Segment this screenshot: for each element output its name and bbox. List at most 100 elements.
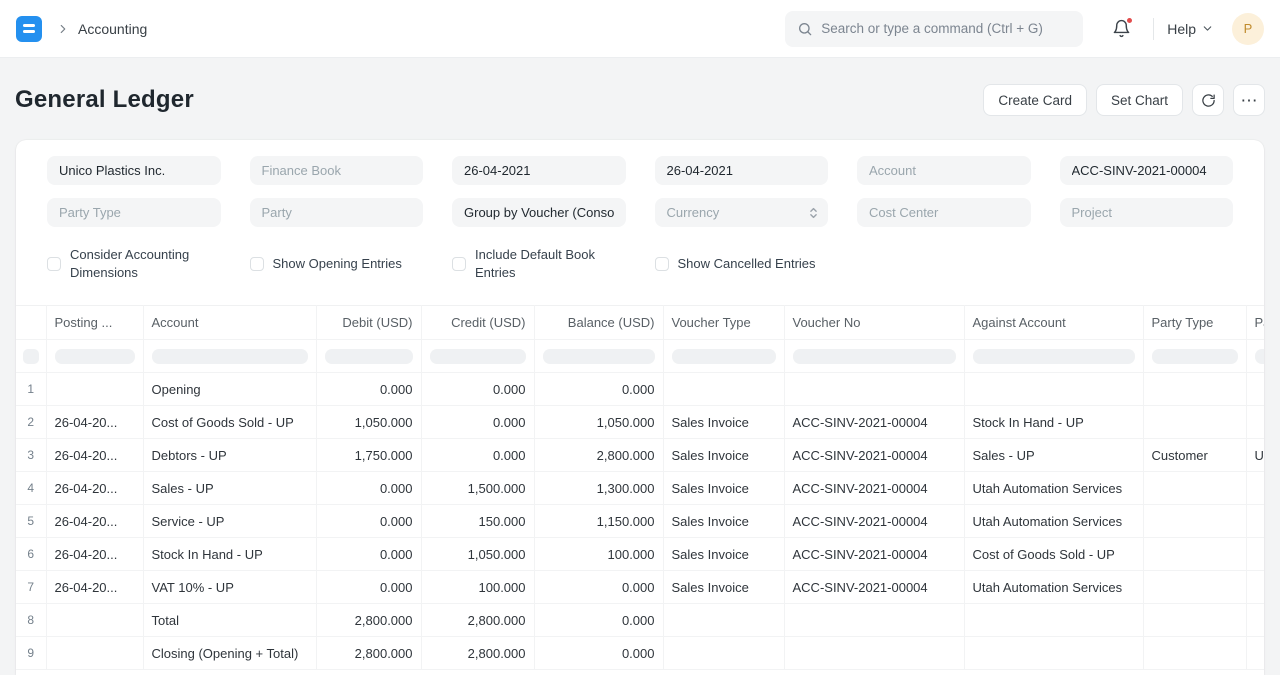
table-cell-party[interactable] (1246, 472, 1264, 505)
column-filter-voucher_type[interactable] (672, 349, 776, 364)
table-cell-balance[interactable]: 0.000 (534, 571, 663, 604)
table-cell-voucher_no[interactable]: ACC-SINV-2021-00004 (784, 472, 964, 505)
refresh-button[interactable] (1192, 84, 1224, 116)
column-header-debit[interactable]: Debit (USD) (316, 306, 421, 340)
table-cell-voucher_type[interactable] (663, 637, 784, 670)
party-type-filter[interactable] (47, 198, 221, 227)
table-cell-debit[interactable]: 2,800.000 (316, 604, 421, 637)
table-cell-account[interactable]: Sales - UP (143, 472, 316, 505)
group-by-filter[interactable] (452, 198, 626, 227)
table-cell-account[interactable]: Service - UP (143, 505, 316, 538)
from-date-filter[interactable] (452, 156, 626, 185)
table-cell-debit[interactable]: 0.000 (316, 571, 421, 604)
table-cell-debit[interactable]: 0.000 (316, 472, 421, 505)
column-filter-balance[interactable] (543, 349, 655, 364)
table-cell-credit[interactable]: 2,800.000 (421, 604, 534, 637)
include-default-book-entries-checkbox[interactable] (452, 257, 466, 271)
table-cell-posting_date[interactable] (46, 604, 143, 637)
more-menu-button[interactable]: ⋯ (1233, 84, 1265, 116)
table-cell-voucher_type[interactable]: Sales Invoice (663, 538, 784, 571)
table-cell-voucher_type[interactable]: Sales Invoice (663, 406, 784, 439)
table-cell-account[interactable]: Stock In Hand - UP (143, 538, 316, 571)
table-cell-posting_date[interactable]: 26-04-20... (46, 571, 143, 604)
finance-book-filter[interactable] (250, 156, 424, 185)
table-cell-party_type[interactable] (1143, 373, 1246, 406)
table-cell-balance[interactable]: 1,300.000 (534, 472, 663, 505)
voucher-no-filter[interactable] (1060, 156, 1234, 185)
table-cell-posting_date[interactable]: 26-04-20... (46, 439, 143, 472)
table-cell-party[interactable] (1246, 604, 1264, 637)
cost-center-filter[interactable] (857, 198, 1031, 227)
table-cell-party_type[interactable] (1143, 538, 1246, 571)
to-date-filter[interactable] (655, 156, 829, 185)
column-filter-party[interactable] (1255, 349, 1265, 364)
table-cell-balance[interactable]: 0.000 (534, 604, 663, 637)
table-cell-debit[interactable]: 1,050.000 (316, 406, 421, 439)
table-cell-posting_date[interactable]: 26-04-20... (46, 505, 143, 538)
column-filter-credit[interactable] (430, 349, 526, 364)
table-cell-voucher_type[interactable] (663, 373, 784, 406)
column-header-posting_date[interactable]: Posting ... (46, 306, 143, 340)
table-cell-balance[interactable]: 0.000 (534, 373, 663, 406)
table-cell-against_account[interactable] (964, 637, 1143, 670)
table-cell-against_account[interactable]: Utah Automation Services (964, 505, 1143, 538)
table-cell-party[interactable] (1246, 373, 1264, 406)
column-header-credit[interactable]: Credit (USD) (421, 306, 534, 340)
table-cell-against_account[interactable] (964, 373, 1143, 406)
table-cell-party_type[interactable] (1143, 604, 1246, 637)
column-header-party_type[interactable]: Party Type (1143, 306, 1246, 340)
table-cell-party[interactable] (1246, 571, 1264, 604)
table-cell-voucher_type[interactable]: Sales Invoice (663, 571, 784, 604)
table-cell-party_type[interactable] (1143, 505, 1246, 538)
table-cell-voucher_no[interactable]: ACC-SINV-2021-00004 (784, 571, 964, 604)
user-avatar[interactable]: P (1232, 13, 1264, 45)
table-cell-against_account[interactable]: Sales - UP (964, 439, 1143, 472)
table-cell-debit[interactable]: 1,750.000 (316, 439, 421, 472)
column-header-voucher_type[interactable]: Voucher Type (663, 306, 784, 340)
table-cell-voucher_no[interactable]: ACC-SINV-2021-00004 (784, 406, 964, 439)
table-cell-party[interactable] (1246, 406, 1264, 439)
table-cell-party[interactable] (1246, 538, 1264, 571)
set-chart-button[interactable]: Set Chart (1096, 84, 1183, 116)
table-cell-credit[interactable]: 0.000 (421, 373, 534, 406)
table-cell-posting_date[interactable]: 26-04-20... (46, 406, 143, 439)
table-cell-party_type[interactable]: Customer (1143, 439, 1246, 472)
column-header-voucher_no[interactable]: Voucher No (784, 306, 964, 340)
table-cell-debit[interactable]: 2,800.000 (316, 637, 421, 670)
create-card-button[interactable]: Create Card (983, 84, 1087, 116)
column-filter-against_account[interactable] (973, 349, 1135, 364)
table-cell-posting_date[interactable]: 26-04-20... (46, 472, 143, 505)
column-filter-voucher_no[interactable] (793, 349, 956, 364)
table-cell-debit[interactable]: 0.000 (316, 538, 421, 571)
table-cell-against_account[interactable]: Cost of Goods Sold - UP (964, 538, 1143, 571)
party-filter[interactable] (250, 198, 424, 227)
table-cell-balance[interactable]: 0.000 (534, 637, 663, 670)
column-header-against_account[interactable]: Against Account (964, 306, 1143, 340)
table-cell-credit[interactable]: 0.000 (421, 439, 534, 472)
column-filter-debit[interactable] (325, 349, 413, 364)
column-header-balance[interactable]: Balance (USD) (534, 306, 663, 340)
table-cell-against_account[interactable]: Utah Automation Services (964, 472, 1143, 505)
table-cell-voucher_no[interactable] (784, 637, 964, 670)
help-menu[interactable]: Help (1167, 21, 1214, 37)
company-filter[interactable] (47, 156, 221, 185)
table-cell-balance[interactable]: 2,800.000 (534, 439, 663, 472)
table-cell-balance[interactable]: 1,050.000 (534, 406, 663, 439)
table-cell-account[interactable]: Debtors - UP (143, 439, 316, 472)
table-cell-posting_date[interactable]: 26-04-20... (46, 538, 143, 571)
table-cell-voucher_type[interactable]: Sales Invoice (663, 439, 784, 472)
column-filter-party_type[interactable] (1152, 349, 1238, 364)
table-cell-voucher_no[interactable] (784, 604, 964, 637)
search-input[interactable] (821, 21, 1071, 36)
column-header-account[interactable]: Account (143, 306, 316, 340)
table-cell-party_type[interactable] (1143, 637, 1246, 670)
column-header-party[interactable]: Party (1246, 306, 1264, 340)
table-cell-party_type[interactable] (1143, 571, 1246, 604)
table-cell-voucher_type[interactable]: Sales Invoice (663, 472, 784, 505)
table-cell-voucher_no[interactable]: ACC-SINV-2021-00004 (784, 505, 964, 538)
table-cell-account[interactable]: Cost of Goods Sold - UP (143, 406, 316, 439)
table-cell-debit[interactable]: 0.000 (316, 505, 421, 538)
table-cell-party_type[interactable] (1143, 406, 1246, 439)
table-cell-account[interactable]: Opening (143, 373, 316, 406)
table-cell-debit[interactable]: 0.000 (316, 373, 421, 406)
